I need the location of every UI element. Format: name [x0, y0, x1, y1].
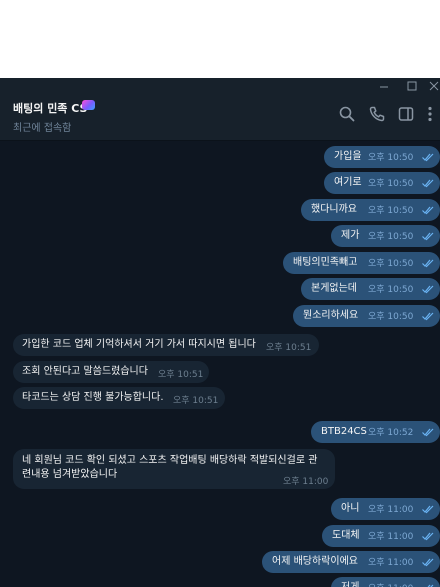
message-time: 오후 10:51	[266, 343, 312, 353]
phone-icon[interactable]	[368, 105, 386, 123]
double-check-icon	[422, 532, 434, 541]
telegram-window: 배팅의 민족 CS 최근에 접속함 가입을 오후 10:50 여기로 오후 10…	[0, 78, 440, 587]
message-list[interactable]: 가입을 오후 10:50 여기로 오후 10:50 했다니까요 오후 10:50…	[0, 141, 440, 587]
double-check-icon	[422, 232, 434, 241]
message-bubble[interactable]: 아니 오후 11:00	[331, 498, 440, 520]
message-text: BTB24CS	[321, 426, 367, 437]
chat-title[interactable]: 배팅의 민족 CS	[13, 100, 87, 116]
message-text: 조회 안된다고 말씀드렸습니다	[22, 366, 148, 377]
chat-status: 최근에 접속함	[13, 123, 72, 134]
message-text: 네 회원님 코드 확인 되셨고 스포츠 작업배팅 배당하락 적발되신걸로 관련내…	[22, 455, 318, 480]
message-text: 타코드는 상담 진행 불가능합니다.	[22, 392, 164, 403]
message-bubble[interactable]: 어제 배당하락이에요 오후 11:00	[262, 551, 440, 573]
double-check-icon	[427, 584, 434, 587]
message-text: 아니	[341, 503, 360, 514]
message-time: 오후 11:00	[368, 505, 414, 515]
message-bubble[interactable]: 여기로 오후 10:50	[324, 172, 440, 194]
message-time: 오후 10:50	[368, 232, 414, 242]
message-text: 가입한 코드 업체 기억하셔서 거기 가서 따지시면 됩니다	[22, 339, 256, 350]
emoji-badge-icon	[82, 100, 95, 110]
message-bubble[interactable]: 도대체 오후 11:00	[322, 525, 440, 547]
message-bubble[interactable]: 조회 안된다고 말씀드렸습니다 오후 10:51	[13, 361, 209, 383]
message-text: 여기로	[334, 177, 362, 188]
double-check-icon	[422, 153, 434, 162]
message-time: 오후 10:50	[368, 285, 414, 295]
double-check-icon	[422, 558, 434, 567]
sidebar-toggle-icon[interactable]	[397, 105, 415, 123]
message-time: 오후 10:51	[158, 370, 204, 380]
double-check-icon	[422, 505, 434, 514]
message-time: 오후 11:00	[368, 578, 413, 587]
search-icon[interactable]	[338, 105, 356, 123]
message-time: 오후 10:50	[368, 259, 414, 269]
double-check-icon	[422, 179, 434, 188]
message-text: 본게없는데	[311, 283, 357, 294]
message-bubble[interactable]: 가입한 코드 업체 기억하셔서 거기 가서 따지시면 됩니다 오후 10:51	[13, 334, 319, 356]
message-bubble[interactable]: 제가 오후 10:50	[331, 225, 440, 247]
message-bubble[interactable]: 네 회원님 코드 확인 되셨고 스포츠 작업배팅 배당하락 적발되신걸로 관련내…	[13, 449, 335, 489]
message-bubble[interactable]: BTB24CS 오후 10:52	[311, 421, 440, 443]
message-time: 오후 10:50	[368, 312, 414, 322]
double-check-icon	[422, 259, 434, 268]
maximize-icon[interactable]	[398, 78, 426, 91]
double-check-icon	[422, 428, 434, 437]
message-time: 오후 10:50	[368, 153, 414, 163]
message-time: 오후 11:00	[368, 532, 414, 542]
double-check-icon	[422, 285, 434, 294]
double-check-icon	[422, 312, 434, 321]
message-bubble[interactable]: 저게 오후 11:00	[331, 577, 440, 587]
message-bubble[interactable]: 뭔소리하세요 오후 10:50	[293, 305, 440, 327]
message-time: 오후 10:50	[368, 179, 414, 189]
message-text: 했다니까요	[311, 204, 357, 215]
message-text: 도대체	[332, 530, 360, 541]
message-text: 뭔소리하세요	[303, 310, 359, 321]
message-text: 배팅의민족빼고	[293, 257, 358, 268]
window-titlebar	[0, 78, 440, 91]
message-bubble[interactable]: 타코드는 상담 진행 불가능합니다. 오후 10:51	[13, 387, 225, 409]
minimize-icon[interactable]	[370, 78, 398, 91]
message-time: 오후 10:52	[368, 428, 414, 438]
message-bubble[interactable]: 가입을 오후 10:50	[324, 146, 440, 168]
message-bubble[interactable]: 했다니까요 오후 10:50	[301, 199, 440, 221]
message-time: 오후 10:51	[173, 396, 219, 406]
message-text: 어제 배당하락이에요	[272, 556, 358, 567]
chat-header[interactable]: 배팅의 민족 CS 최근에 접속함	[0, 91, 440, 141]
message-bubble[interactable]: 본게없는데 오후 10:50	[301, 278, 440, 300]
double-check-icon	[422, 206, 434, 215]
close-icon[interactable]	[424, 78, 440, 91]
message-time: 오후 11:00	[368, 558, 414, 568]
message-text: 제가	[341, 230, 360, 241]
message-time: 오후 11:00	[283, 477, 329, 487]
message-bubble[interactable]: 배팅의민족빼고 오후 10:50	[283, 252, 440, 274]
message-text: 저게	[341, 577, 359, 587]
message-text: 가입을	[334, 151, 362, 162]
more-vertical-icon[interactable]	[423, 105, 437, 123]
message-time: 오후 10:50	[368, 206, 414, 216]
